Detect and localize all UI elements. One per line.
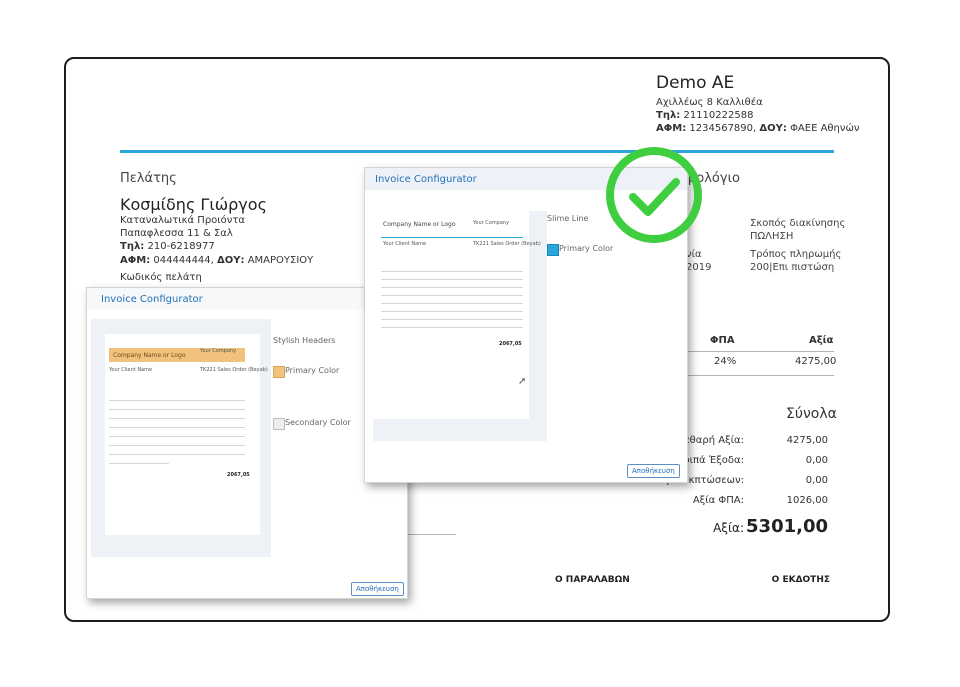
secondary-color-swatch[interactable] (273, 418, 285, 430)
preview-order-ref: TK221 Sales Order (Beyab) (200, 367, 268, 373)
company-name: Demo AE (656, 73, 735, 93)
primary-color-label: Primary Color (285, 366, 340, 375)
vat-cell: 24% (714, 356, 737, 367)
preview-row (381, 303, 523, 304)
company-tax-office-label: ΔΟΥ: (759, 123, 787, 134)
mouse-cursor-icon: ➚ (518, 376, 527, 387)
vat-amount-value: 1026,00 (786, 495, 828, 506)
net-value: 4275,00 (786, 435, 828, 446)
preview-row (381, 311, 523, 312)
customer-vat-row: ΑΦΜ: 044444444, ΔΟΥ: ΑΜΑΡΟΥΣΙΟΥ (120, 255, 313, 266)
customer-name: Κοσμίδης Γιώργος (120, 195, 267, 214)
preview-company-placeholder: Company Name or Logo (383, 221, 456, 228)
preview-row (109, 427, 245, 428)
company-tax-office: ΦΑΕΕ Αθηνών (790, 123, 860, 134)
preview-order-ref: TK221 Sales Order (Beyab) (473, 241, 541, 247)
save-button[interactable]: Αποθήκευση (627, 464, 680, 478)
customer-line1: Καταναλωτικά Προιόντα (120, 215, 245, 226)
invoice-preview: Company Name or Logo Your Company Your C… (373, 211, 547, 441)
preview-total: 2067,05 (227, 472, 250, 478)
window-title: Invoice Configurator (101, 294, 203, 305)
preview-right-company: Your Company (473, 220, 510, 226)
invoice-preview: Company Name or Logo Your Company Your C… (91, 319, 271, 557)
date-label: νία (686, 249, 702, 260)
preview-company-placeholder: Company Name or Logo (113, 352, 186, 359)
preview-client-name: Your Client Name (109, 367, 153, 373)
preview-row (109, 445, 245, 446)
customer-phone: 210-6218977 (147, 241, 215, 252)
preview-row (109, 454, 245, 455)
primary-color-swatch[interactable] (273, 366, 285, 378)
window-title: Invoice Configurator (375, 174, 477, 185)
purpose-label: Σκοπός διακίνησης (750, 218, 846, 229)
preview-row (109, 418, 245, 419)
preview-total: 2067,05 (499, 341, 522, 347)
value-column-header: Αξία (809, 335, 834, 346)
signature-rule (406, 534, 456, 535)
check-circle-icon (602, 143, 706, 247)
preview-row (109, 400, 245, 401)
preview-client-name: Your Client Name (383, 241, 427, 247)
preview-page: Company Name or Logo Your Company Your C… (373, 211, 541, 419)
grand-total-value: 5301,00 (746, 516, 828, 537)
company-phone-row: Τηλ: 21110222588 (656, 110, 753, 121)
customer-section-title: Πελάτης (120, 171, 177, 186)
preview-row (109, 436, 245, 437)
vat-column-header: ΦΠΑ (710, 335, 735, 346)
invoice-frame: Demo AE Αχιλλέως 8 Καλλιθέα Τηλ: 2111022… (64, 57, 890, 622)
preview-row (381, 279, 523, 280)
company-vat: 1234567890, (689, 123, 757, 134)
payment-value: 200|Επι πιστώση (750, 262, 835, 273)
customer-phone-row: Τηλ: 210-6218977 (120, 241, 215, 252)
value-cell: 4275,00 (795, 356, 837, 367)
secondary-color-label: Secondary Color (285, 418, 351, 427)
preview-row (381, 295, 523, 296)
preview-right-company: Your Company (200, 348, 237, 354)
invoice-date: 2019 (686, 262, 712, 273)
customer-phone-label: Τηλ: (120, 241, 145, 252)
issuer-signature-label: Ο ΕΚΔΟΤΗΣ (771, 575, 830, 585)
receiver-signature-label: Ο ΠΑΡΑΛΑΒΩΝ (555, 575, 630, 585)
customer-line2: Παπαφλεσσα 11 & Σαλ (120, 228, 233, 239)
discount-value: 0,00 (805, 475, 828, 486)
other-expenses-value: 0,00 (805, 455, 828, 466)
preview-page: Company Name or Logo Your Company Your C… (105, 334, 268, 535)
customer-vat: 044444444, (153, 255, 214, 266)
preview-row (381, 271, 523, 272)
vat-amount-label: Αξία ΦΠΑ: (692, 495, 744, 506)
company-phone-label: Τηλ: (656, 110, 681, 121)
grand-total-label: Αξία: (713, 521, 744, 535)
customer-tax-office: ΑΜΑΡΟΥΣΙΟΥ (247, 255, 314, 266)
purpose-value: ΠΩΛΗΣΗ (750, 231, 794, 242)
company-address: Αχιλλέως 8 Καλλιθέα (656, 97, 763, 108)
configurator-window-back[interactable]: Invoice Configurator Company Name or Log… (86, 287, 408, 599)
company-vat-label: ΑΦΜ: (656, 123, 687, 134)
header-accent-line (120, 150, 834, 153)
preview-row (381, 287, 523, 288)
customer-code-label: Κωδικός πελάτη (120, 272, 202, 283)
payment-label: Τρόπος πληρωμής (750, 249, 842, 260)
totals-title: Σύνολα (786, 406, 837, 422)
preview-row (381, 319, 523, 320)
company-phone: 21110222588 (683, 110, 754, 121)
company-vat-row: ΑΦΜ: 1234567890, ΔΟΥ: ΦΑΕΕ Αθηνών (656, 123, 859, 134)
customer-vat-label: ΑΦΜ: (120, 255, 151, 266)
save-button[interactable]: Αποθήκευση (351, 582, 404, 596)
preview-row (109, 463, 169, 464)
style-name: Stylish Headers (273, 336, 336, 345)
preview-row (109, 409, 245, 410)
customer-tax-office-label: ΔΟΥ: (217, 255, 245, 266)
preview-row (381, 327, 523, 328)
preview-accent-line (381, 237, 523, 238)
primary-color-swatch[interactable] (547, 244, 559, 256)
style-name: Slime Line (547, 214, 589, 223)
